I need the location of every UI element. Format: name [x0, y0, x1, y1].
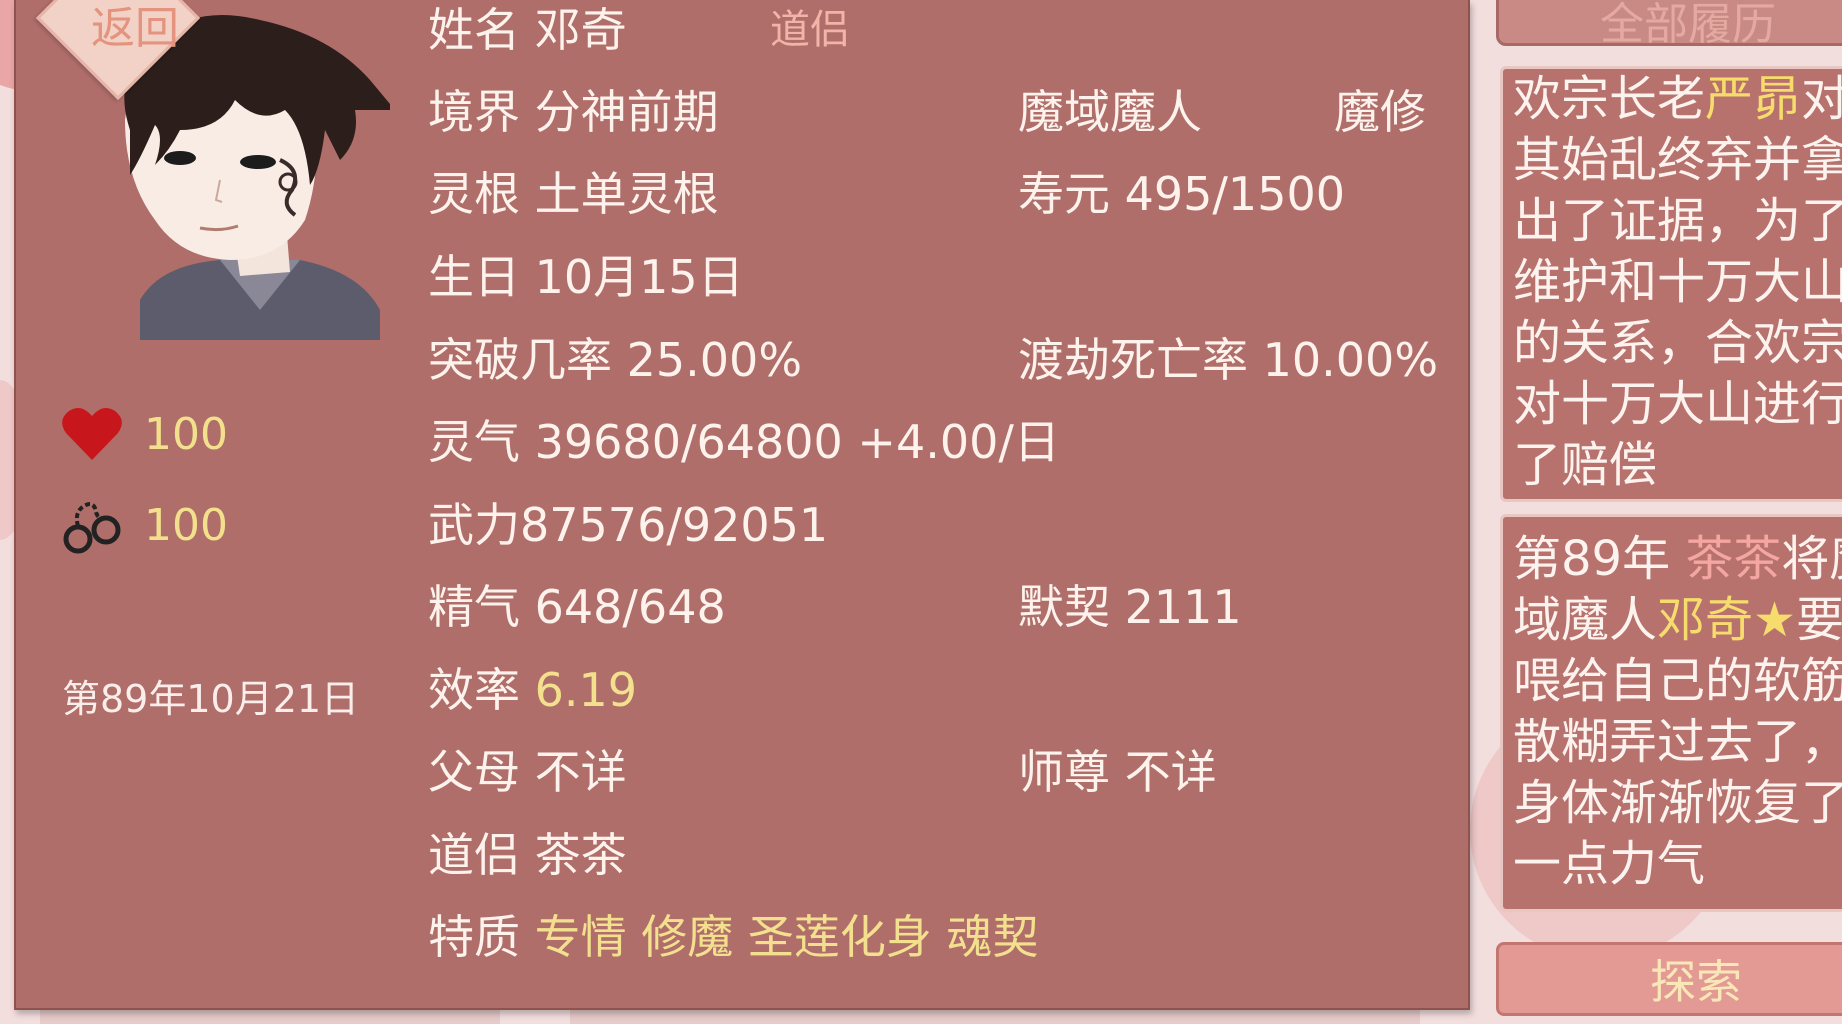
tribulation-label: 渡劫死亡率 [1018, 333, 1248, 387]
root-label: 灵根 [428, 167, 520, 221]
log-line: 一点力气 [1513, 836, 1706, 892]
root-value: 土单灵根 [534, 167, 719, 221]
name-field: 姓名 邓奇 [428, 0, 627, 60]
game-date: 第89年10月21日 [62, 677, 360, 721]
qi-value: 39680/64800 +4.00/日 [534, 415, 1060, 469]
log-line: 了赔偿 [1513, 437, 1658, 493]
realm-field: 境界 分神前期 [428, 82, 719, 142]
essence-value: 648/648 [534, 580, 726, 634]
essence-label: 精气 [428, 580, 520, 634]
restraint-stat: 100 [60, 493, 228, 557]
name-label: 姓名 [428, 3, 520, 57]
highlight-name: 茶茶 [1685, 531, 1782, 587]
birthday-field: 生日 10月15日 [428, 247, 744, 307]
log-line: 维护和十万大山 [1513, 254, 1842, 310]
breakthrough-field: 突破几率 25.00% [428, 330, 802, 390]
health-value: 100 [144, 408, 228, 460]
lifespan-label: 寿元 [1018, 167, 1110, 221]
master-label: 师尊 [1018, 745, 1110, 799]
log-line: 域魔人邓奇★要 [1513, 592, 1842, 648]
heart-icon [60, 402, 124, 466]
log-entry: 第89年 茶茶将魔 域魔人邓奇★要 喂给自己的软筋 散糊弄过去了， 身体渐渐恢复… [1500, 514, 1842, 912]
efficiency-label: 效率 [428, 663, 520, 717]
log-line: 身体渐渐恢复了 [1513, 775, 1842, 831]
trait-tag[interactable]: 专情 [535, 910, 627, 964]
log-line: 的关系，合欢宗 [1513, 315, 1842, 371]
log-line: 喂给自己的软筋 [1513, 653, 1842, 709]
partner-field: 道侣 茶茶 [428, 825, 627, 885]
realm-value: 分神前期 [534, 85, 719, 139]
parents-label: 父母 [428, 745, 520, 799]
restraint-value: 100 [144, 499, 228, 551]
tab-history-label[interactable]: 全部履历 [1600, 0, 1776, 52]
breakthrough-label: 突破几率 [428, 333, 612, 387]
traits-label: 特质 [428, 910, 520, 964]
parents-value: 不详 [534, 745, 627, 799]
lifespan-value: 495/1500 [1124, 167, 1345, 221]
partner-label: 道侣 [428, 828, 520, 882]
highlight-name: 邓奇★ [1657, 592, 1797, 648]
essence-field: 精气 648/648 [428, 577, 726, 637]
cultivation-type: 魔修 [1334, 85, 1426, 139]
root-field: 灵根 土单灵根 [428, 164, 719, 224]
log-line: 其始乱终弃并拿 [1513, 132, 1842, 188]
explore-button-label[interactable]: 探索 [1650, 946, 1742, 1012]
log-entry-text: 第89年 茶茶将魔 域魔人邓奇★要 喂给自己的软筋 散糊弄过去了， 身体渐渐恢复… [1513, 529, 1842, 895]
log-line: 欢宗长老严昴对 [1513, 71, 1842, 127]
tribulation-value: 10.00% [1262, 333, 1439, 387]
qi-label: 灵气 [428, 415, 520, 469]
trait-tag[interactable]: 修魔 [641, 910, 733, 964]
tribulation-field: 渡劫死亡率 10.00% [1018, 330, 1438, 390]
traits-field: 特质 专情 修魔 圣莲化身 魂契 [428, 907, 1039, 967]
qi-field: 灵气 39680/64800 +4.00/日 [428, 412, 1060, 472]
race-value: 魔域魔人 [1018, 85, 1202, 139]
name-value: 邓奇 [534, 3, 627, 57]
log-line: 对十万大山进行 [1513, 376, 1842, 432]
tacit-label: 默契 [1018, 580, 1110, 634]
efficiency-value: 6.19 [534, 663, 638, 717]
master-field: 师尊 不详 [1018, 742, 1217, 802]
log-entry-text: 欢宗长老严昴对 其始乱终弃并拿 出了证据，为了 维护和十万大山 的关系，合欢宗 … [1513, 69, 1842, 496]
log-line: 散糊弄过去了， [1513, 714, 1842, 770]
birthday-value: 10月15日 [534, 250, 744, 304]
trait-tag[interactable]: 魂契 [947, 910, 1039, 964]
highlight-name: 严昴 [1705, 71, 1802, 127]
health-stat: 100 [60, 402, 228, 466]
tacit-field: 默契 2111 [1018, 577, 1242, 637]
log-line: 第89年 茶茶将魔 [1513, 531, 1842, 587]
handcuffs-icon [60, 493, 124, 557]
back-button-label[interactable]: 返回 [80, 0, 190, 56]
realm-label: 境界 [428, 85, 520, 139]
force-field: 武力87576/92051 [428, 495, 828, 555]
breakthrough-value: 25.00% [626, 333, 803, 387]
parents-field: 父母 不详 [428, 742, 627, 802]
relation-tag: 道侣 [770, 7, 850, 53]
tacit-value: 2111 [1124, 580, 1242, 634]
log-line: 出了证据，为了 [1513, 193, 1842, 249]
efficiency-field: 效率 6.19 [428, 660, 637, 720]
birthday-label: 生日 [428, 250, 520, 304]
lifespan-field: 寿元 495/1500 [1018, 164, 1345, 224]
master-value: 不详 [1124, 745, 1217, 799]
partner-value[interactable]: 茶茶 [535, 828, 627, 882]
log-entry: 欢宗长老严昴对 其始乱终弃并拿 出了证据，为了 维护和十万大山 的关系，合欢宗 … [1500, 66, 1842, 502]
trait-tag[interactable]: 圣莲化身 [748, 910, 932, 964]
force-label: 武力 [428, 498, 520, 552]
force-value: 87576/92051 [520, 498, 829, 552]
